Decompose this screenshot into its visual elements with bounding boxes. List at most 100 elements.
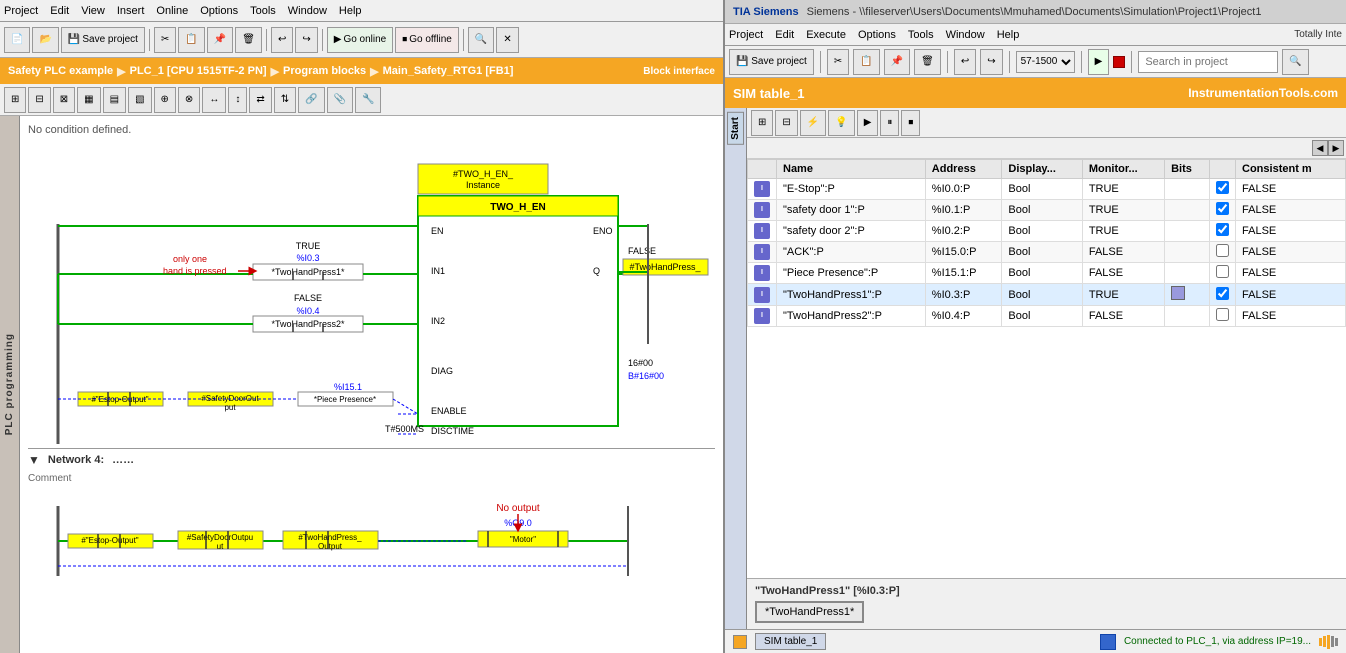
cut-button[interactable]: ✂	[154, 27, 176, 53]
signal-checkbox[interactable]	[1210, 306, 1236, 327]
sim-tb5[interactable]: ▶	[857, 110, 879, 136]
table-row[interactable]: I"Piece Presence":P%I15.1:PBoolFALSEFALS…	[748, 263, 1346, 284]
tb2-btn12[interactable]: ⇅	[274, 87, 296, 113]
r-cut-button[interactable]: ✂	[827, 49, 849, 75]
network4-collapse[interactable]: ▼	[28, 453, 40, 467]
selected-value-button[interactable]: *TwoHandPress1*	[755, 601, 864, 623]
r-menu-project[interactable]: Project	[729, 29, 763, 41]
open-button[interactable]: 📂	[32, 27, 58, 53]
breadcrumb-sep1: ▶	[117, 65, 125, 78]
tb2-btn4[interactable]: ▦	[77, 87, 100, 113]
signal-checkbox[interactable]	[1210, 179, 1236, 200]
menu-edit[interactable]: Edit	[50, 5, 69, 17]
plc-sidebar: PLC programming	[0, 116, 20, 653]
sim-tb7[interactable]: ⏹	[901, 110, 920, 136]
r-menu-edit[interactable]: Edit	[775, 29, 794, 41]
redo-button[interactable]: ↪	[295, 27, 317, 53]
plc-dropdown[interactable]: 57-1500	[1016, 51, 1075, 73]
r-menu-execute[interactable]: Execute	[806, 29, 846, 41]
start-tab[interactable]: Start	[727, 112, 744, 145]
tb2-btn6[interactable]: ▧	[128, 87, 151, 113]
tb2-btn13[interactable]: 🔗	[298, 87, 324, 113]
go-online-button[interactable]: ▶ Go online	[327, 27, 394, 53]
tb2-btn1[interactable]: ⊞	[4, 87, 26, 113]
table-row[interactable]: I"TwoHandPress1":P%I0.3:PBoolTRUEFALSE	[748, 284, 1346, 306]
menu-help[interactable]: Help	[339, 5, 362, 17]
col-header-bits[interactable]: Bits	[1165, 160, 1210, 179]
table-row[interactable]: I"E-Stop":P%I0.0:PBoolTRUEFALSE	[748, 179, 1346, 200]
col-header-address[interactable]: Address	[925, 160, 1002, 179]
table-row[interactable]: I"safety door 1":P%I0.1:PBoolTRUEFALSE	[748, 200, 1346, 221]
svg-text:#"Estop-Output": #"Estop-Output"	[81, 536, 138, 545]
menu-online[interactable]: Online	[156, 5, 188, 17]
tb2-btn7[interactable]: ⊕	[154, 87, 176, 113]
r-delete-button[interactable]: 🗑	[914, 49, 941, 75]
sim-tb2[interactable]: ⊟	[775, 110, 797, 136]
signal-checkbox[interactable]	[1210, 263, 1236, 284]
tb2-btn8[interactable]: ⊗	[178, 87, 200, 113]
copy-button[interactable]: 📋	[178, 27, 204, 53]
tb2-btn14[interactable]: 📎	[327, 87, 353, 113]
menu-insert[interactable]: Insert	[117, 5, 145, 17]
sim-table-tab[interactable]: SIM table_1	[755, 633, 826, 650]
signal-checkbox[interactable]	[1210, 200, 1236, 221]
r-redo-button[interactable]: ↪	[980, 49, 1002, 75]
tb2-btn3[interactable]: ⊠	[53, 87, 75, 113]
tb2-btn15[interactable]: 🔧	[355, 87, 381, 113]
sim-tb3[interactable]: ⚡	[800, 110, 826, 136]
col-header-consistent[interactable]: Consistent m	[1236, 160, 1346, 179]
table-row[interactable]: I"TwoHandPress2":P%I0.4:PBoolFALSEFALSE	[748, 306, 1346, 327]
ladder-diagram-network4: #"Estop-Output" #SafetyDoorOutpu ut #Two…	[28, 486, 713, 596]
r-save-button[interactable]: 💾 "E-Stop":PSave project	[729, 49, 814, 75]
paste-button[interactable]: 📌	[207, 27, 233, 53]
signal-checkbox[interactable]	[1210, 221, 1236, 242]
breadcrumb-part4[interactable]: Main_Safety_RTG1 [FB1]	[383, 65, 514, 77]
breadcrumb-part3[interactable]: Program blocks	[283, 65, 366, 77]
scroll-left[interactable]: ◀	[1312, 140, 1328, 156]
tb2-btn5[interactable]: ▤	[103, 87, 126, 113]
scroll-right[interactable]: ▶	[1328, 140, 1344, 156]
new-button[interactable]: 📄	[4, 27, 30, 53]
delete-button[interactable]: 🗑	[235, 27, 262, 53]
r-paste-button[interactable]: 📌	[884, 49, 910, 75]
tb2-btn2[interactable]: ⊟	[28, 87, 50, 113]
tb2-btn11[interactable]: ⇄	[249, 87, 271, 113]
save-button[interactable]: 💾 Save project	[61, 27, 145, 53]
go-offline-button[interactable]: ⏹ Go offline	[395, 27, 459, 53]
breadcrumb-part1[interactable]: Safety PLC example	[8, 65, 113, 77]
col-header-name[interactable]: Name	[777, 160, 926, 179]
col-header-monitor[interactable]: Monitor...	[1082, 160, 1164, 179]
svg-text:T#500MS: T#500MS	[385, 424, 424, 434]
toolbar-misc1[interactable]: 🔍	[468, 27, 494, 53]
search-button[interactable]: 🔍	[1282, 49, 1308, 75]
r-undo-button[interactable]: ↩	[954, 49, 976, 75]
col-header-display[interactable]: Display...	[1002, 160, 1082, 179]
r-menu-window[interactable]: Window	[946, 29, 985, 41]
signal-checkbox[interactable]	[1210, 284, 1236, 306]
sim-tb1[interactable]: ⊞	[751, 110, 773, 136]
close-tab-button[interactable]: ✕	[496, 27, 518, 53]
undo-button[interactable]: ↩	[271, 27, 293, 53]
r-copy-button[interactable]: 📋	[853, 49, 879, 75]
breadcrumb-part2[interactable]: PLC_1 [CPU 1515TF-2 PN]	[130, 65, 267, 77]
signal-consistent: FALSE	[1236, 263, 1346, 284]
tb2-btn10[interactable]: ↕	[228, 87, 247, 113]
tb2-btn9[interactable]: ↔	[202, 87, 226, 113]
menu-project[interactable]: Project	[4, 5, 38, 17]
menu-tools[interactable]: Tools	[250, 5, 276, 17]
menu-window[interactable]: Window	[288, 5, 327, 17]
status-bar: SIM table_1 Connected to PLC_1, via addr…	[725, 629, 1346, 653]
r-menu-options[interactable]: Options	[858, 29, 896, 41]
signal-checkbox[interactable]	[1210, 242, 1236, 263]
r-menu-help[interactable]: Help	[997, 29, 1020, 41]
signal-address: %I15.1:P	[925, 263, 1002, 284]
r-run-button[interactable]: ▶	[1088, 49, 1110, 75]
table-row[interactable]: I"safety door 2":P%I0.2:PBoolTRUEFALSE	[748, 221, 1346, 242]
sim-tb6[interactable]: ⏸	[880, 110, 899, 136]
search-input[interactable]	[1138, 51, 1278, 73]
r-menu-tools[interactable]: Tools	[908, 29, 934, 41]
sim-tb4[interactable]: 💡	[828, 110, 854, 136]
menu-view[interactable]: View	[81, 5, 105, 17]
table-row[interactable]: I"ACK":P%I15.0:PBoolFALSEFALSE	[748, 242, 1346, 263]
menu-options[interactable]: Options	[200, 5, 238, 17]
